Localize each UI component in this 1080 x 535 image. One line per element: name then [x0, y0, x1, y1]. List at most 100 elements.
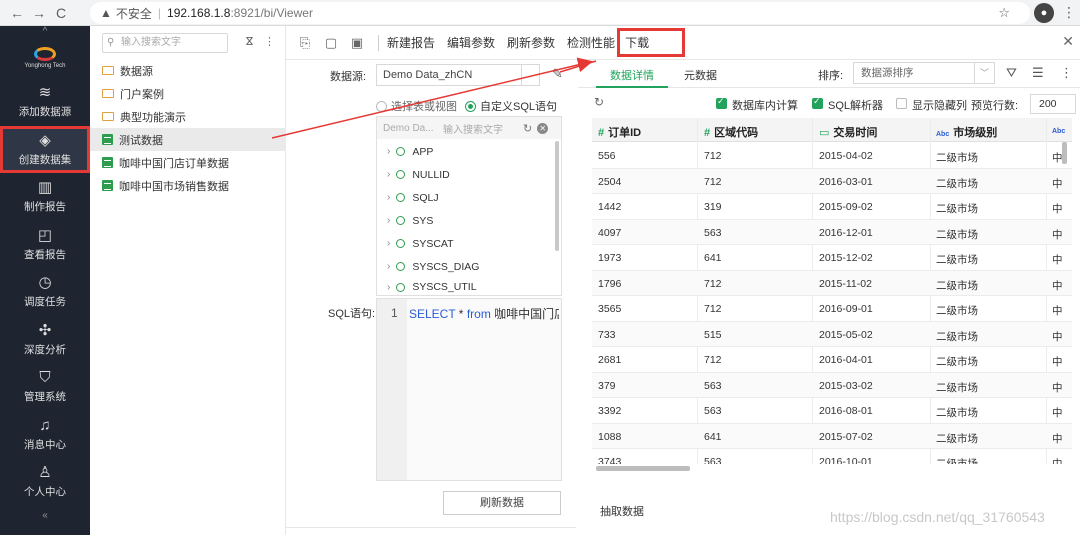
sidebar-item-create-dataset[interactable]: ◈ 创建数据集 — [0, 125, 90, 173]
table-row[interactable]: 556 712 2015-04-02 二级市场 中 — [592, 143, 1072, 169]
table-row[interactable]: 3743 563 2016-10-01 二级市场 中 — [592, 449, 1072, 464]
collapse-icon[interactable]: « — [0, 506, 90, 526]
schema-db-select[interactable]: Demo Da... — [383, 123, 443, 134]
refresh-params-button[interactable]: 刷新参数 — [507, 34, 555, 51]
show-hidden-checkbox[interactable] — [896, 98, 907, 109]
more-icon[interactable]: ⋮ — [264, 35, 275, 48]
tree-item-label: 门户案例 — [120, 88, 164, 101]
table-cell: 中 — [1052, 279, 1063, 292]
download-button[interactable]: 下载 — [617, 28, 686, 57]
refresh-data-button[interactable]: 刷新数据 — [443, 491, 561, 515]
browser-menu-icon[interactable]: ⋮ — [1062, 4, 1076, 21]
address-bar[interactable]: ▲ 不安全 | 192.168.1.8 :8921/bi/Viewer ☆ — [90, 2, 1030, 24]
chevron-up-icon[interactable]: ^ — [0, 26, 90, 38]
reload-icon[interactable]: C — [50, 5, 72, 21]
schema-search-input[interactable]: 输入搜索文字 — [443, 121, 523, 136]
edit-params-button[interactable]: 编辑参数 — [447, 34, 495, 51]
sql-parser-checkbox[interactable] — [812, 96, 823, 109]
tree-item-coffee-sales[interactable]: 咖啡中国市场销售数据 — [90, 174, 286, 197]
column-header-market-level[interactable]: Abc 市场级别 — [936, 124, 997, 140]
schema-item-app[interactable]: › APP — [377, 140, 433, 163]
column-header-order-id[interactable]: # 订单ID — [598, 124, 641, 140]
url-separator: | — [157, 6, 162, 20]
table-row[interactable]: 2504 712 2016-03-01 二级市场 中 — [592, 168, 1072, 194]
table-row[interactable]: 733 515 2015-05-02 二级市场 中 — [592, 321, 1072, 347]
column-header-region-code[interactable]: # 区域代码 — [704, 124, 758, 140]
table-cell: 379 — [598, 379, 616, 392]
table-row[interactable]: 2681 712 2016-04-01 二级市场 中 — [592, 347, 1072, 373]
more-icon[interactable]: ⋮ — [1060, 65, 1073, 81]
back-icon[interactable]: ← — [6, 5, 28, 21]
sidebar-item-view-report[interactable]: ◰ 查看报告 — [0, 221, 90, 269]
schema-item-syscs-util[interactable]: › SYSCS_UTIL — [377, 278, 477, 296]
table-cell: 2015-04-02 — [819, 150, 873, 162]
refresh-icon[interactable]: ↻ — [594, 95, 604, 109]
schema-item-sqlj[interactable]: › SQLJ — [377, 186, 439, 209]
extract-data-link[interactable]: 抽取数据 — [600, 503, 644, 519]
new-file-icon[interactable]: ⎘ — [292, 35, 318, 51]
tree-item-test-data[interactable]: 测试数据 — [90, 128, 286, 151]
tab-data-detail[interactable]: 数据详情 — [610, 67, 654, 83]
save-as-icon[interactable]: ▣ — [344, 35, 370, 51]
tree-item-portal[interactable]: 门户案例 — [90, 82, 286, 105]
sort-select[interactable]: 数据源排序 ﹀ — [853, 62, 995, 84]
schema-item-syscat[interactable]: › SYSCAT — [377, 232, 454, 255]
sidebar-item-deep-analysis[interactable]: ✣ 深度分析 — [0, 316, 90, 364]
profile-avatar-icon[interactable]: ● — [1034, 3, 1054, 23]
schema-label: SYS — [412, 214, 434, 227]
clear-icon[interactable]: ✕ — [537, 122, 549, 134]
table-row[interactable]: 3392 563 2016-08-01 二级市场 中 — [592, 398, 1072, 424]
datasource-select[interactable]: Demo Data_zhCN — [376, 64, 540, 86]
tree-search-input[interactable]: ⚲ 输入搜索文字 — [102, 33, 228, 53]
table-cell: 712 — [704, 150, 722, 162]
filter-icon[interactable]: ⛛ — [1006, 65, 1017, 81]
forward-icon[interactable]: → — [28, 5, 50, 21]
sidebar-item-messages[interactable]: ♫ 消息中心 — [0, 411, 90, 459]
bookmark-star-icon[interactable]: ☆ — [998, 5, 1010, 21]
tree-item-datasource[interactable]: 数据源 — [90, 59, 286, 82]
tree-item-demo[interactable]: 典型功能演示 — [90, 105, 286, 128]
table-row[interactable]: 1442 319 2015-09-02 二级市场 中 — [592, 194, 1072, 220]
table-row[interactable]: 4097 563 2016-12-01 二级市场 中 — [592, 219, 1072, 245]
db-calc-checkbox[interactable] — [716, 96, 727, 109]
radio-custom-sql[interactable] — [465, 100, 476, 112]
column-header-trade-time[interactable]: ▭ 交易时间 — [819, 124, 877, 140]
schema-item-nullid[interactable]: › NULLID — [377, 163, 450, 186]
table-cell: 3565 — [598, 303, 622, 315]
refresh-icon[interactable]: ↻ — [523, 122, 532, 135]
tab-metadata[interactable]: 元数据 — [684, 67, 717, 83]
sort-icon[interactable]: ⴵ — [246, 35, 253, 48]
sidebar-item-make-report[interactable]: ▥ 制作报告 — [0, 173, 90, 221]
preview-rows-input[interactable]: 200 — [1030, 94, 1076, 114]
sidebar-item-add-datasource[interactable]: ≋ 添加数据源 — [0, 78, 90, 126]
table-row[interactable]: 1796 712 2015-11-02 二级市场 中 — [592, 270, 1072, 296]
table-row[interactable]: 1973 641 2015-12-02 二级市场 中 — [592, 245, 1072, 271]
schema-scrollbar[interactable] — [555, 141, 559, 251]
new-report-button[interactable]: 新建报告 — [387, 34, 435, 51]
sidebar-item-profile[interactable]: ♙ 个人中心 — [0, 458, 90, 506]
radio-table-view[interactable] — [376, 100, 387, 112]
list-icon[interactable]: ☰ — [1032, 65, 1044, 81]
schema-item-syscs-diag[interactable]: › SYSCS_DIAG — [377, 255, 479, 278]
table-row[interactable]: 1088 641 2015-07-02 二级市场 中 — [592, 423, 1072, 449]
table-cell: 中 — [1052, 356, 1063, 368]
sidebar-item-admin[interactable]: ⛉ 管理系统 — [0, 363, 90, 411]
grid-horizontal-scrollbar[interactable] — [596, 466, 690, 471]
save-icon[interactable]: ▢ — [318, 35, 344, 51]
text-type-icon: Abc — [1052, 128, 1066, 135]
table-row[interactable]: 3565 712 2016-09-01 二级市场 中 — [592, 296, 1072, 322]
check-performance-button[interactable]: 检测性能 — [567, 34, 615, 51]
grid-vertical-scrollbar[interactable] — [1062, 142, 1067, 164]
tree-item-label: 典型功能演示 — [120, 111, 186, 124]
dataset-icon — [102, 180, 113, 191]
tree-item-coffee-orders[interactable]: 咖啡中国门店订单数据 — [90, 151, 286, 174]
sort-label: 排序: — [818, 70, 844, 82]
edit-icon[interactable]: ✎ — [552, 66, 563, 82]
sql-editor[interactable]: 1 SELECT * from 咖啡中国门店订单数据 — [376, 298, 562, 481]
column-header-truncated[interactable]: Abc — [1052, 124, 1069, 136]
table-cell: 3743 — [598, 456, 622, 464]
sidebar-item-schedule[interactable]: ◷ 调度任务 — [0, 268, 90, 316]
close-icon[interactable]: ✕ — [1062, 33, 1074, 50]
schema-item-sys[interactable]: › SYS — [377, 209, 433, 232]
table-row[interactable]: 379 563 2015-03-02 二级市场 中 — [592, 372, 1072, 398]
